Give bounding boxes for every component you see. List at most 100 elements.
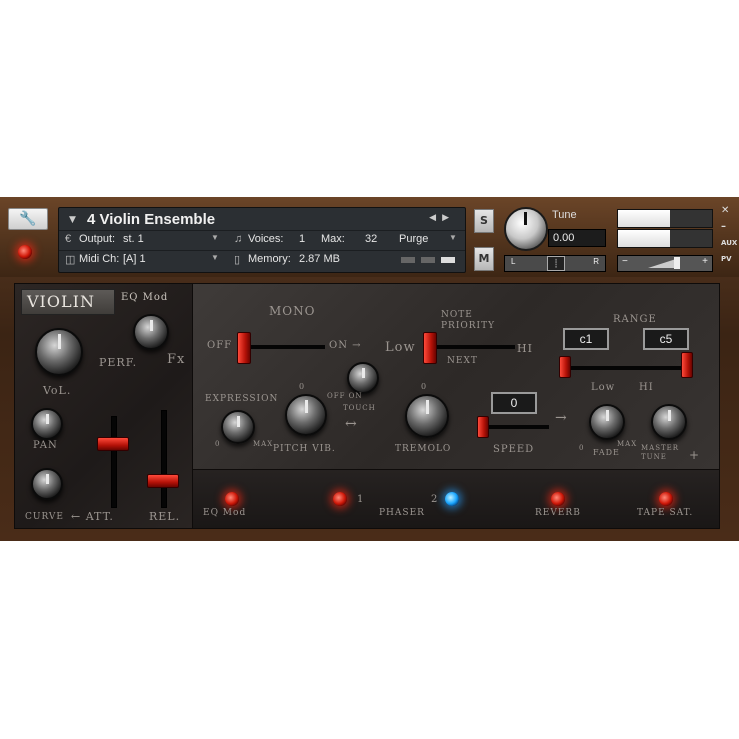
memory-bar-3 xyxy=(441,257,455,263)
midi-dropdown-icon[interactable]: ▼ xyxy=(211,253,219,262)
priority-next-label: NEXT xyxy=(447,356,478,366)
phaser-1-led[interactable] xyxy=(333,492,347,506)
mono-off-label: OFF xyxy=(207,340,233,351)
mute-button[interactable]: M xyxy=(474,247,494,271)
fade-knob[interactable] xyxy=(589,404,625,440)
expression-max-label: MAX xyxy=(253,440,274,448)
voices-icon: ♫ xyxy=(234,233,243,245)
main-control-panel: MONO OFF ON → Low NOTE PRIORITY NEXT HI … xyxy=(192,283,720,471)
close-icon[interactable]: ✕ xyxy=(721,205,729,216)
purge-button[interactable]: Purge xyxy=(399,233,428,245)
expression-label: EXPRESSION xyxy=(205,394,279,404)
master-tune-plus-label: + xyxy=(689,448,701,462)
pv-button[interactable]: PV xyxy=(721,255,732,263)
volume-handle[interactable] xyxy=(674,257,680,269)
attack-fader-track xyxy=(111,416,117,508)
tremolo-label: TREMOLO xyxy=(395,444,452,454)
attack-fader[interactable] xyxy=(97,437,129,451)
pan-left-label: L xyxy=(511,257,516,266)
tune-value[interactable]: 0.00 xyxy=(548,229,606,247)
midi-icon: ◫ xyxy=(65,254,76,266)
solo-button[interactable]: S xyxy=(474,209,494,233)
memory-bar-2 xyxy=(421,257,435,263)
max-voices-value[interactable]: 32 xyxy=(365,233,377,245)
speed-value[interactable]: 0 xyxy=(491,392,537,414)
caret-down-icon[interactable]: ▼ xyxy=(69,215,76,225)
pan-knob[interactable] xyxy=(31,408,63,440)
instrument-header: 🔧 ▼ 4 Violin Ensemble ◀▶ € Output: st. 1… xyxy=(0,197,739,277)
eq-mod-label: EQ Mod xyxy=(121,292,169,303)
instrument-title: VIOLIN xyxy=(27,292,95,311)
note-priority-label: NOTE PRIORITY xyxy=(441,310,496,331)
note-priority-switch[interactable] xyxy=(423,332,437,364)
instrument-info-box: ▼ 4 Violin Ensemble ◀▶ € Output: st. 1 ▼… xyxy=(58,207,466,273)
phaser-2-label: 2 xyxy=(431,494,439,505)
fade-max-label: MAX xyxy=(617,440,638,448)
output-dropdown-icon[interactable]: ▼ xyxy=(211,233,219,242)
wrench-icon[interactable]: 🔧 xyxy=(8,208,48,230)
release-fader-track xyxy=(161,410,167,508)
voices-label: Voices: xyxy=(248,233,284,245)
priority-hi-label: HI xyxy=(517,342,533,355)
aux-button[interactable]: AUX xyxy=(721,239,737,247)
perf-label: PERF. xyxy=(99,356,138,369)
curve-knob[interactable] xyxy=(31,468,63,500)
memory-icon: ▯ xyxy=(234,254,241,266)
expression-knob[interactable] xyxy=(221,410,255,444)
reverb-led[interactable] xyxy=(551,492,565,506)
volume-knob[interactable] xyxy=(35,328,83,376)
power-led-icon[interactable] xyxy=(18,245,32,259)
output-icon: € xyxy=(65,233,72,245)
speed-label: SPEED xyxy=(493,444,535,455)
midi-channel-value[interactable]: [A] 1 xyxy=(123,253,146,265)
range-high-handle[interactable] xyxy=(681,352,693,378)
range-low-label: Low xyxy=(591,382,616,393)
volume-minus-label: − xyxy=(622,256,628,267)
touch-label: TOUCH xyxy=(343,404,376,412)
phaser-2-led[interactable] xyxy=(445,492,459,506)
pan-center-handle-icon[interactable]: ┊ xyxy=(547,256,565,271)
output-value[interactable]: st. 1 xyxy=(123,233,144,245)
range-low-value[interactable]: c1 xyxy=(563,328,609,350)
level-meter-right xyxy=(617,229,713,248)
volume-ramp-icon xyxy=(648,259,676,268)
speed-handle[interactable] xyxy=(477,416,489,438)
curve-label: CURVE xyxy=(25,512,64,522)
expression-zero-label: 0 xyxy=(215,440,221,448)
eq-mod-knob[interactable] xyxy=(133,314,169,350)
pitch-vib-zero-label: 0 xyxy=(299,382,306,391)
pan-slider[interactable]: L ┊ R xyxy=(504,255,606,272)
purge-dropdown-icon[interactable]: ▼ xyxy=(449,233,457,242)
range-high-value[interactable]: c5 xyxy=(643,328,689,350)
prev-next-arrows-icon[interactable]: ◀▶ xyxy=(429,213,455,223)
pitch-vibrato-knob[interactable] xyxy=(285,394,327,436)
range-low-handle[interactable] xyxy=(559,356,571,378)
fx-label: Fx xyxy=(167,352,186,367)
instrument-name[interactable]: 4 Violin Ensemble xyxy=(87,211,215,228)
minimize-icon[interactable]: – xyxy=(721,221,726,232)
pan-label: PAN xyxy=(33,440,58,451)
tremolo-zero-label: 0 xyxy=(421,382,428,391)
volume-slider[interactable]: − + xyxy=(617,255,713,272)
output-label: Output: xyxy=(79,233,116,245)
tune-label: Tune xyxy=(552,209,577,221)
master-tune-knob[interactable] xyxy=(651,404,687,440)
release-fader[interactable] xyxy=(147,474,179,488)
max-label: Max: xyxy=(321,233,345,245)
attack-label: ← ATT. xyxy=(71,510,114,523)
left-control-panel: VIOLIN EQ Mod PERF. Fx VoL. PAN CURVE ← … xyxy=(14,283,194,529)
phaser-label: PHASER xyxy=(379,508,425,518)
tune-knob[interactable] xyxy=(504,207,548,251)
tape-sat-led[interactable] xyxy=(659,492,673,506)
mono-switch[interactable] xyxy=(237,332,251,364)
eq-mod-led[interactable] xyxy=(225,492,239,506)
pan-right-label: R xyxy=(593,257,599,266)
volume-plus-label: + xyxy=(702,256,708,267)
tremolo-knob[interactable] xyxy=(405,394,449,438)
pitch-vib-label: PITCH VIB. xyxy=(273,444,336,454)
mono-label: MONO xyxy=(269,304,316,318)
fade-zero-label: 0 xyxy=(579,444,585,452)
memory-value: 2.87 MB xyxy=(299,253,340,265)
touch-knob[interactable] xyxy=(347,362,379,394)
mono-on-label: ON → xyxy=(329,340,362,351)
